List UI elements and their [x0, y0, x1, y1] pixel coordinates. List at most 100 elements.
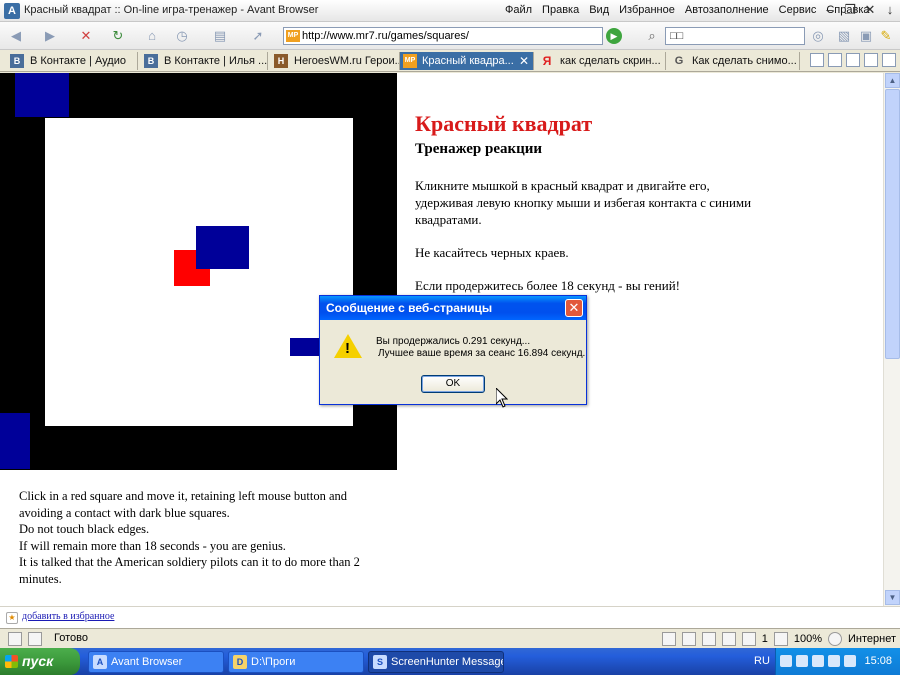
tab-close-icon[interactable]: ✕: [519, 52, 529, 70]
tab-yandex-screenshot[interactable]: Я как сделать скрин...: [534, 52, 666, 70]
lock-icon[interactable]: [721, 632, 736, 646]
monitor-icon[interactable]: [701, 632, 716, 646]
menu-file[interactable]: Файл: [505, 4, 532, 16]
window-controls: – ❐ ✕ ↓: [822, 2, 898, 18]
tray-icon[interactable]: [828, 655, 840, 667]
tab-vk-audio[interactable]: В В Контакте | Аудио: [4, 52, 138, 70]
minimize-icon[interactable]: –: [822, 2, 838, 18]
home-icon[interactable]: ⌂: [142, 26, 162, 46]
clock[interactable]: 15:08: [864, 655, 892, 667]
ok-button[interactable]: OK: [421, 375, 485, 393]
print-preview-icon[interactable]: ▧: [834, 26, 854, 46]
window-titlebar: A Красный квадрат :: On-line игра-тренаж…: [0, 0, 900, 22]
pen-icon[interactable]: ✎: [876, 26, 896, 46]
tab-vk-ilya[interactable]: В В Контакте | Илья ...: [138, 52, 268, 70]
task-label: Avant Browser: [111, 656, 183, 668]
page-icon[interactable]: ▤: [210, 26, 230, 46]
internet-globe-icon: [828, 632, 842, 646]
forward-icon[interactable]: ▶: [40, 26, 60, 46]
tray-icon[interactable]: [812, 655, 824, 667]
taskbar: пуск A Avant Browser D D:\Проги S Screen…: [0, 648, 900, 675]
avant-icon: A: [93, 655, 107, 669]
panel-toggle-icon[interactable]: [8, 632, 22, 646]
globe-icon[interactable]: ◎: [808, 26, 828, 46]
new-tab-icon[interactable]: [828, 53, 842, 67]
search-icon[interactable]: ⌕: [642, 26, 662, 46]
refresh-icon[interactable]: ↻: [108, 26, 128, 46]
status-icons: [8, 632, 42, 646]
tray-icon[interactable]: [780, 655, 792, 667]
taskbar-item-screenhunter[interactable]: S ScreenHunter Message: [368, 651, 504, 673]
alert-dialog: Сообщение с веб-страницы ✕ ! Вы продержа…: [319, 295, 587, 405]
tab-label: В Контакте | Аудио: [30, 55, 126, 67]
tab-tools: [810, 53, 896, 67]
cursor-tool-icon[interactable]: ➚: [248, 26, 268, 46]
tab-label: Как сделать снимо...: [692, 55, 797, 67]
dialog-message-line1: Вы продержались 0.291 секунд...: [376, 336, 531, 347]
close-icon[interactable]: ✕: [862, 2, 878, 18]
back-icon[interactable]: ◀: [6, 26, 26, 46]
tray-icon[interactable]: [796, 655, 808, 667]
signal-icon[interactable]: [844, 655, 856, 667]
tile-icon[interactable]: [846, 53, 860, 67]
mouse-cursor-icon: [496, 388, 508, 408]
zoom-level[interactable]: 100%: [794, 633, 822, 645]
go-icon[interactable]: ▶: [606, 28, 622, 44]
network-icon[interactable]: [661, 632, 676, 646]
dialog-title[interactable]: Сообщение с веб-страницы: [320, 296, 586, 320]
instructions-en-1: Click in a red square and move it, retai…: [19, 489, 348, 520]
instructions-en-3: If will remain more than 18 seconds - yo…: [19, 538, 286, 553]
warning-mark: !: [345, 340, 350, 357]
status-text: Готово: [54, 632, 88, 644]
taskbar-item-avant[interactable]: A Avant Browser: [88, 651, 224, 673]
system-tray: 15:08: [775, 648, 900, 675]
dialog-close-icon[interactable]: ✕: [565, 299, 583, 317]
blue-square: [196, 226, 249, 269]
close-tab-icon[interactable]: [882, 53, 896, 67]
start-button[interactable]: пуск: [0, 648, 80, 675]
task-label: D:\Проги: [251, 656, 296, 668]
menu-favorites[interactable]: Избранное: [619, 4, 675, 16]
menu-edit[interactable]: Правка: [542, 4, 579, 16]
restore-icon[interactable]: ❐: [842, 2, 858, 18]
flag-icon[interactable]: [681, 632, 696, 646]
history-icon[interactable]: ◷: [172, 26, 192, 46]
tab-label: как сделать скрин...: [560, 55, 661, 67]
add-to-favorites-link[interactable]: добавить в избранное: [22, 611, 114, 622]
window-title: Красный квадрат :: On-line игра-тренажер…: [24, 4, 319, 16]
status-bar: Готово 1 100% Интернет: [0, 628, 900, 648]
instructions-ru-3: Если продержитесь более 18 секунд - вы г…: [415, 278, 680, 293]
taskbar-item-folder[interactable]: D D:\Проги: [228, 651, 364, 673]
stop-icon[interactable]: ✕: [76, 26, 96, 46]
vertical-scrollbar[interactable]: ▲ ▼: [883, 73, 900, 606]
tab-red-square[interactable]: MP Красный квадра... ✕: [400, 52, 534, 70]
scroll-up-icon[interactable]: ▲: [885, 73, 900, 88]
menu-view[interactable]: Вид: [589, 4, 609, 16]
instructions-en-4: It is talked that the American soldiery …: [19, 555, 360, 586]
search-input[interactable]: □□: [665, 27, 805, 45]
start-label: пуск: [22, 653, 54, 669]
page-title: Красный квадрат: [415, 111, 593, 136]
page-count: 1: [761, 633, 768, 645]
zoom-icon[interactable]: [773, 632, 788, 646]
menu-tools[interactable]: Сервис: [779, 4, 817, 16]
game-field[interactable]: [0, 73, 397, 470]
down-arrow-icon[interactable]: ↓: [882, 2, 898, 18]
scroll-down-icon[interactable]: ▼: [885, 590, 900, 605]
avant-browser-icon: A: [4, 3, 20, 19]
tab-google-screenshot[interactable]: G Как сделать снимо...: [666, 52, 800, 70]
pages-icon[interactable]: [741, 632, 756, 646]
menu-bar: Файл Правка Вид Избранное Автозаполнение…: [505, 4, 870, 16]
page-number-icon[interactable]: [864, 53, 878, 67]
address-bar[interactable]: MP http://www.mr7.ru/games/squares/: [283, 27, 603, 45]
scroll-thumb[interactable]: [885, 89, 900, 359]
yandex-icon: Я: [542, 54, 552, 68]
task-label: ScreenHunter Message: [391, 656, 504, 668]
tab-label: Красный квадра...: [422, 55, 514, 67]
blue-square: [0, 413, 30, 469]
menu-autofill[interactable]: Автозаполнение: [685, 4, 769, 16]
cleaner-icon[interactable]: ▣: [856, 26, 876, 46]
language-indicator[interactable]: RU: [754, 655, 770, 667]
tab-heroeswm[interactable]: H HeroesWM.ru Герои...: [268, 52, 400, 70]
tab-list-icon[interactable]: [810, 53, 824, 67]
